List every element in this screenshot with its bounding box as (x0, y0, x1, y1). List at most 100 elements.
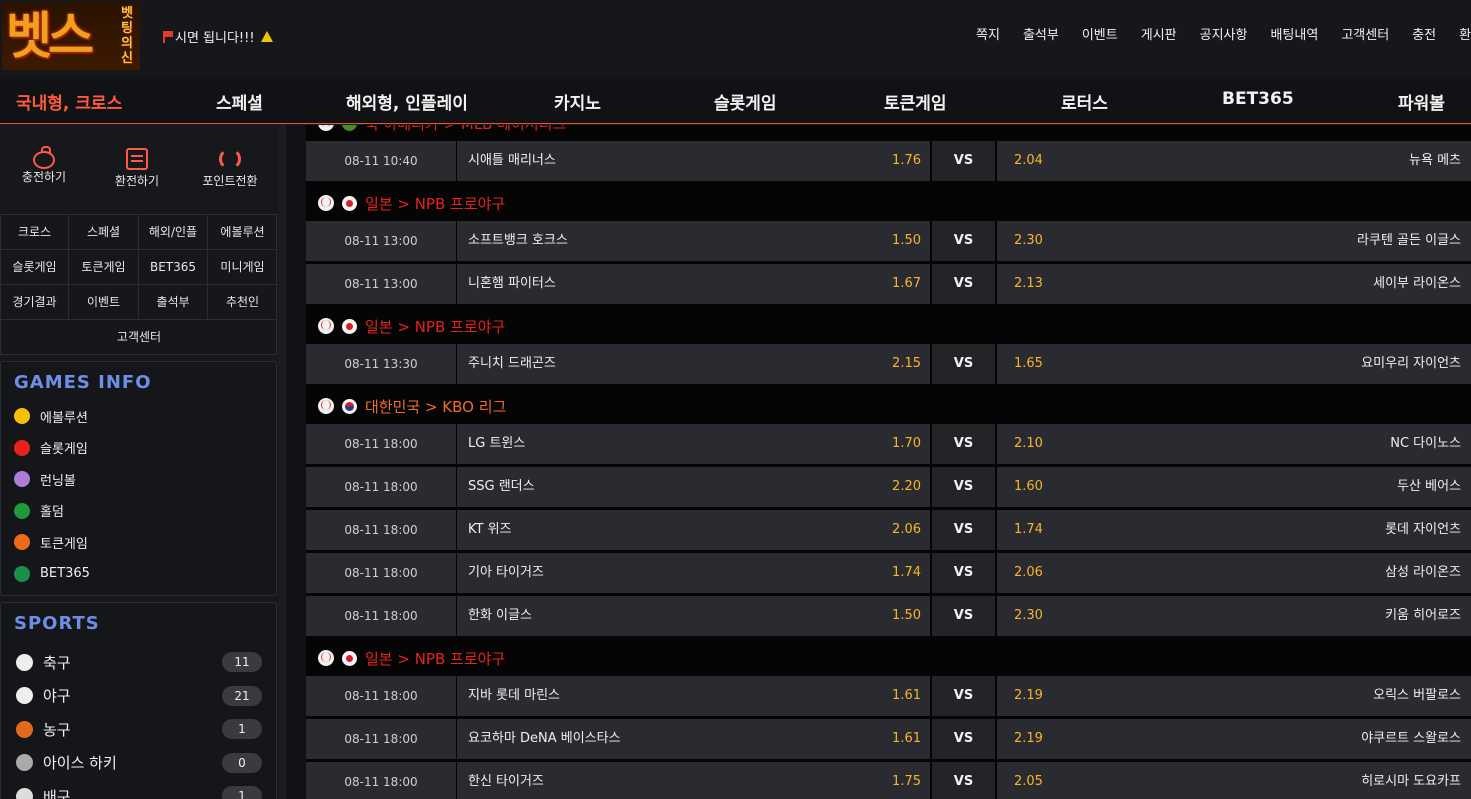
away-bet-cell[interactable]: 2.30 라쿠텐 골든 이글스 (997, 221, 1471, 261)
grid-menu-item[interactable]: 미니게임 (208, 250, 277, 285)
notice-text: 시면 됩니다!!! (175, 31, 255, 46)
sidebar-gutter (286, 125, 306, 799)
sports-count-badge: 0 (222, 752, 262, 773)
top-menu-item[interactable]: 게시판 (1141, 24, 1177, 43)
home-bet-cell[interactable]: 시애틀 매리너스 1.76 (457, 141, 930, 181)
top-menu-item[interactable]: 고객센터 (1341, 24, 1389, 43)
home-bet-cell[interactable]: 한신 타이거즈 1.75 (457, 762, 930, 799)
sports-item[interactable]: 축구 11 (16, 651, 262, 673)
sports-label: 아이스 하키 (43, 754, 117, 772)
bet365-icon (14, 565, 30, 582)
main-nav-tab[interactable]: 카지노 (554, 89, 601, 114)
home-bet-cell[interactable]: 주니치 드래곤즈 2.15 (457, 344, 930, 384)
top-menu-item[interactable]: 배팅내역 (1270, 24, 1318, 43)
grid-menu-item[interactable]: BET365 (139, 250, 208, 285)
main-nav-tab[interactable]: 스페셜 (216, 89, 263, 114)
away-bet-cell[interactable]: 2.10 NC 다이노스 (997, 424, 1471, 464)
sports-item[interactable]: 아이스 하키 0 (16, 752, 262, 774)
games-info-item[interactable]: 런닝볼 (14, 469, 76, 489)
away-bet-cell[interactable]: 2.30 키움 히어로즈 (997, 596, 1471, 636)
main-nav-tab[interactable]: 토큰게임 (884, 89, 947, 114)
grid-menu-item[interactable]: 출석부 (139, 285, 208, 320)
top-menu-item[interactable]: 출석부 (1023, 24, 1059, 43)
grid-menu-item[interactable]: 에볼루션 (208, 215, 277, 250)
main-nav-tab[interactable]: 슬롯게임 (714, 89, 777, 114)
home-bet-cell[interactable]: 기아 타이거즈 1.74 (457, 553, 930, 593)
quick-action-button[interactable]: 포인트전환 (185, 145, 275, 189)
home-odd: 1.50 (892, 233, 921, 248)
top-menu-item[interactable]: 충전 (1412, 24, 1436, 43)
home-bet-cell[interactable]: 소프트뱅크 호크스 1.50 (457, 221, 930, 261)
games-info-label: 슬롯게임 (40, 442, 88, 457)
away-bet-cell[interactable]: 2.13 세이부 라이온스 (997, 264, 1471, 304)
home-bet-cell[interactable]: 요코하마 DeNA 베이스타스 1.61 (457, 719, 930, 759)
match-time: 08-11 18:00 (306, 553, 456, 593)
vs-label: VS (932, 344, 995, 384)
site-logo[interactable]: 벳스 벳팅의신 (2, 2, 140, 70)
sports-item[interactable]: 야구 21 (16, 685, 262, 707)
top-menu-item[interactable]: 공지사항 (1200, 24, 1248, 43)
top-menu-item[interactable]: 쪽지 (976, 24, 1000, 43)
match-row: 08-11 13:00 소프트뱅크 호크스 1.50 VS 2.30 라쿠텐 골든 이글스 (306, 221, 1471, 261)
grid-menu-item[interactable]: 슬롯게임 (1, 250, 69, 285)
away-odd: 2.05 (1014, 774, 1043, 789)
sports-count-badge: 1 (222, 719, 262, 739)
games-info-item[interactable]: 홀덤 (14, 501, 64, 521)
grid-menu-item[interactable]: 고객센터 (1, 320, 277, 355)
grid-menu-item[interactable]: 크로스 (1, 215, 69, 250)
main-nav-tab[interactable]: BET365 (1222, 89, 1294, 109)
grid-menu-item[interactable]: 추천인 (208, 285, 277, 320)
match-time: 08-11 18:00 (306, 596, 456, 636)
grid-menu-item[interactable]: 해외/인플 (139, 215, 208, 250)
main-nav-tab[interactable]: 국내형, 크로스 (16, 89, 122, 114)
sports-count-badge: 1 (222, 786, 262, 799)
away-odd: 2.04 (1014, 153, 1043, 168)
away-team-name: 히로시마 도요카프 (1361, 774, 1461, 789)
sports-item[interactable]: 농구 1 (16, 718, 262, 740)
warning-icon (260, 31, 273, 42)
away-team-name: 롯데 자이언츠 (1385, 522, 1461, 537)
grid-menu-item[interactable]: 이벤트 (69, 285, 139, 320)
home-bet-cell[interactable]: SSG 랜더스 2.20 (457, 467, 930, 507)
grid-menu-item[interactable]: 스페셜 (69, 215, 139, 250)
home-bet-cell[interactable]: KT 위즈 2.06 (457, 510, 930, 550)
league-header: 대한민국 > KBO 리그 (306, 390, 1471, 422)
grid-menu-item[interactable]: 경기결과 (1, 285, 69, 320)
home-odd: 1.50 (892, 608, 921, 623)
away-bet-cell[interactable]: 1.60 두산 베어스 (997, 467, 1471, 507)
games-info-label: 런닝볼 (40, 473, 76, 489)
home-bet-cell[interactable]: 니혼햄 파이터스 1.67 (457, 264, 930, 304)
vs-label: VS (932, 141, 995, 181)
home-bet-cell[interactable]: LG 트윈스 1.70 (457, 424, 930, 464)
games-info-item[interactable]: 슬롯게임 (14, 438, 88, 458)
match-list[interactable]: 북 아메리카 > MLB 메이저리그 08-11 10:40 시애틀 매리너스 1.7… (306, 125, 1471, 799)
games-info-item[interactable]: 에볼루션 (14, 406, 88, 426)
top-menu-item[interactable]: 환전 (1459, 24, 1471, 43)
away-bet-cell[interactable]: 2.19 야쿠르트 스왈로스 (997, 719, 1471, 759)
grid-menu-item[interactable]: 토큰게임 (69, 250, 139, 285)
away-bet-cell[interactable]: 2.19 오릭스 버팔로스 (997, 676, 1471, 716)
quick-action-button[interactable]: 환전하기 (92, 145, 182, 189)
league-name: 일본 > NPB 프로야구 (365, 649, 506, 668)
games-info-item[interactable]: 토큰게임 (14, 532, 88, 552)
away-bet-cell[interactable]: 2.04 뉴욕 메츠 (997, 141, 1471, 181)
slot-icon (14, 439, 30, 456)
quick-action-button[interactable]: 충전하기 (0, 145, 89, 185)
main-nav-tab[interactable]: 로터스 (1061, 89, 1108, 114)
away-bet-cell[interactable]: 1.74 롯데 자이언츠 (997, 510, 1471, 550)
home-bet-cell[interactable]: 한화 이글스 1.50 (457, 596, 930, 636)
sports-item[interactable]: 배구 1 (16, 785, 262, 799)
main-nav-tab[interactable]: 해외형, 인플레이 (346, 89, 468, 114)
hockey-icon (16, 754, 33, 771)
away-team-name: 세이부 라이온스 (1373, 276, 1461, 291)
games-info-item[interactable]: BET365 (14, 564, 90, 584)
quick-actions: 충전하기 환전하기 포인트전환 (0, 125, 278, 211)
match-row: 08-11 18:00 한화 이글스 1.50 VS 2.30 키움 히어로즈 (306, 596, 1471, 636)
away-bet-cell[interactable]: 1.65 요미우리 자이언츠 (997, 344, 1471, 384)
away-bet-cell[interactable]: 2.05 히로시마 도요카프 (997, 762, 1471, 799)
home-bet-cell[interactable]: 지바 롯데 마린스 1.61 (457, 676, 930, 716)
main-nav-tab[interactable]: 파워볼 (1398, 89, 1445, 114)
top-menu-item[interactable]: 이벤트 (1082, 24, 1118, 43)
away-odd: 2.30 (1014, 233, 1043, 248)
away-bet-cell[interactable]: 2.06 삼성 라이온즈 (997, 553, 1471, 593)
